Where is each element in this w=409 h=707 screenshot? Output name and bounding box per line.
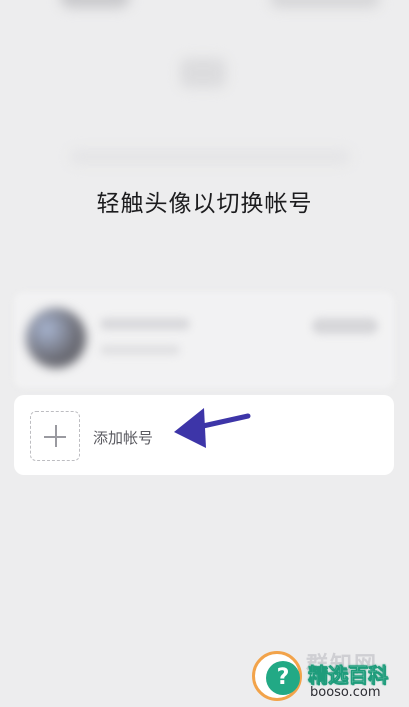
account-name-blurred: [100, 318, 190, 330]
add-account-button[interactable]: [30, 411, 80, 461]
watermark-brand: 精选百科: [308, 663, 389, 688]
plus-icon-vertical: [55, 425, 57, 447]
pointer-arrow-icon: [174, 408, 251, 448]
avatar[interactable]: [26, 308, 86, 368]
blurred-divider: [70, 150, 350, 164]
blurred-header-element: [270, 0, 380, 8]
page-title: 轻触头像以切换帐号: [96, 191, 313, 217]
account-status-blurred: [312, 318, 378, 334]
blurred-icon: [180, 58, 226, 88]
account-subtitle-blurred: [100, 345, 180, 355]
watermark-logo: 群知网 ? 精选百科 booso.com: [248, 645, 409, 707]
blurred-header-element: [60, 0, 130, 8]
watermark-site: booso.com: [310, 685, 381, 700]
add-account-label[interactable]: 添加帐号: [93, 427, 153, 448]
question-mark-icon: ?: [266, 661, 300, 695]
